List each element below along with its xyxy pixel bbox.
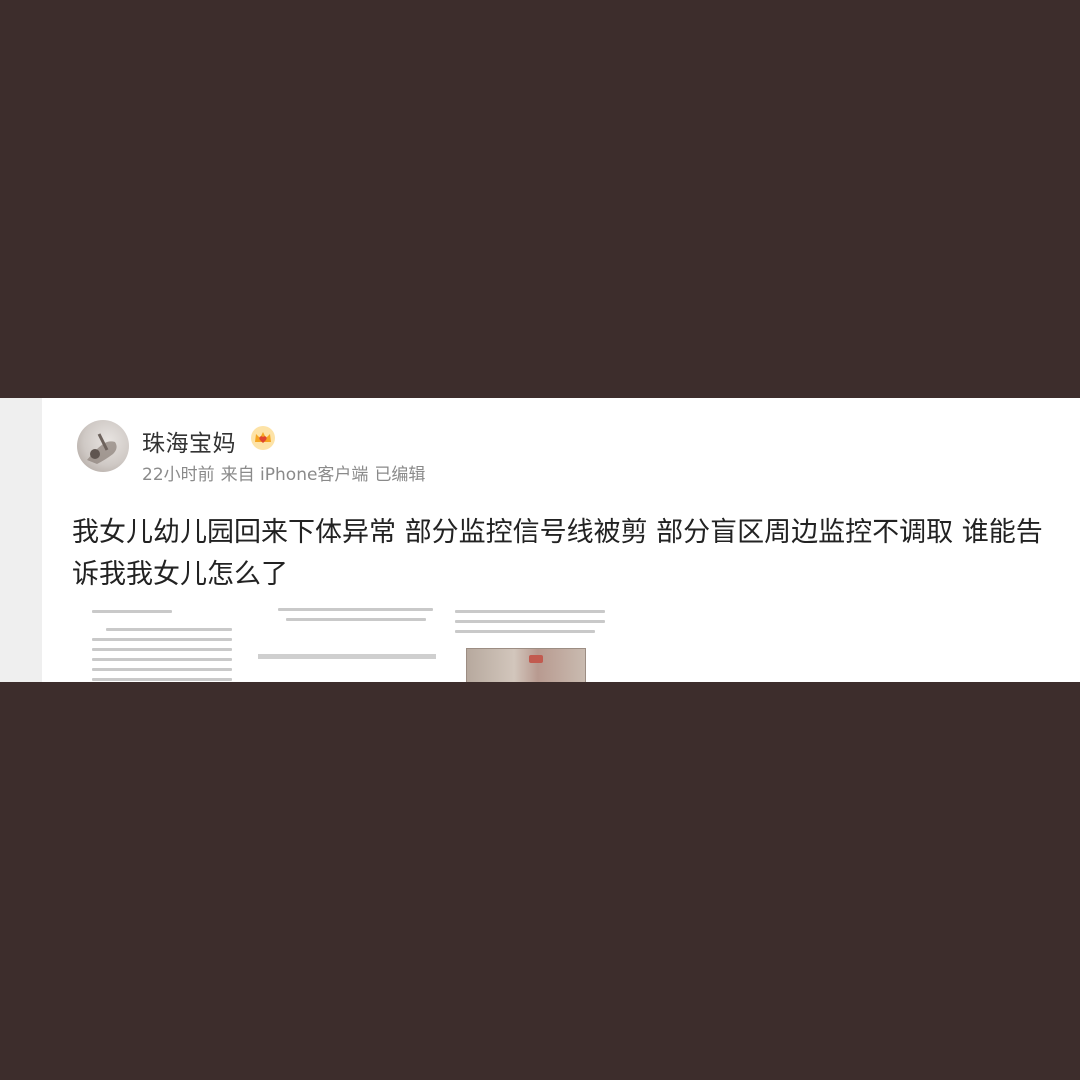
username[interactable]: 珠海宝妈	[142, 424, 236, 458]
image-divider	[258, 654, 436, 659]
image-thumbnail-3[interactable]	[455, 606, 610, 682]
post-time[interactable]: 22小时前	[142, 465, 215, 485]
edited-label[interactable]: 已编辑	[374, 465, 425, 485]
stamp-mark	[529, 655, 543, 663]
left-gutter	[0, 398, 42, 682]
image-thumbnail-2[interactable]	[258, 606, 438, 682]
crown-icon[interactable]	[250, 425, 276, 451]
post-text: 我女儿幼儿园回来下体异常 部分监控信号线被剪 部分盲区周边监控不调取 谁能告诉我…	[72, 517, 1043, 590]
document-photo	[466, 648, 586, 682]
image-thumbnail-1[interactable]	[86, 606, 244, 682]
avatar[interactable]	[77, 420, 129, 472]
weibo-post-card: 珠海宝妈 22小时前 来自 iPhone客户端 已编辑 我女儿幼儿园回来下体异常 部…	[0, 398, 1080, 682]
post-source: 来自 iPhone客户端	[220, 465, 369, 485]
post-meta: 22小时前 来自 iPhone客户端 已编辑	[142, 460, 431, 485]
